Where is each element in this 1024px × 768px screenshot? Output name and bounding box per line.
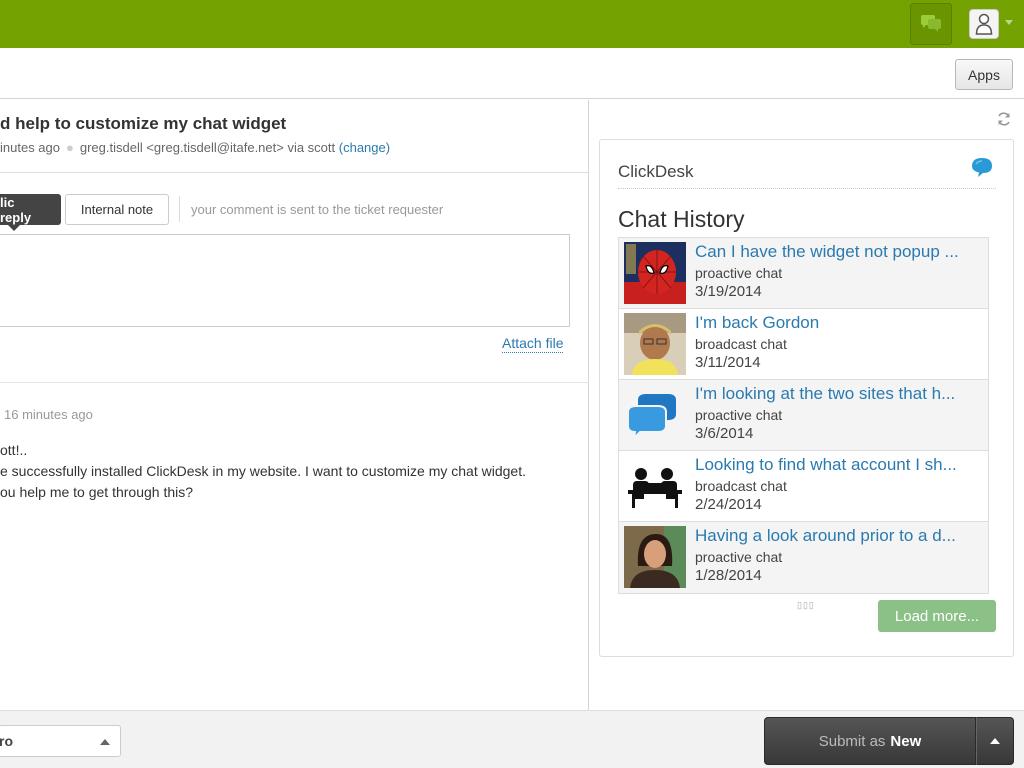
clickdesk-widget: ClickDesk Chat History Can I have the wi… xyxy=(599,139,1014,657)
submit-button[interactable]: Submit as New xyxy=(764,717,976,765)
chat-title[interactable]: Can I have the widget not popup ... xyxy=(695,242,983,262)
chevron-up-icon xyxy=(100,739,110,745)
submit-options-button[interactable] xyxy=(976,717,1014,765)
toolbar: Apps xyxy=(0,48,1024,99)
composer-hint: your comment is sent to the ticket reque… xyxy=(191,202,444,217)
chat-history-list: Can I have the widget not popup ... proa… xyxy=(618,237,989,594)
chat-title[interactable]: I'm looking at the two sites that h... xyxy=(695,384,983,404)
chat-date: 3/6/2014 xyxy=(695,425,754,442)
ticket-subject: d help to customize my chat widget xyxy=(0,114,287,133)
top-bar xyxy=(0,0,1024,48)
submit-status: New xyxy=(890,732,922,750)
widget-title: ClickDesk xyxy=(618,162,694,181)
divider xyxy=(179,196,180,222)
ticket-pane: d help to customize my chat widget inute… xyxy=(0,100,589,710)
status-select-value: ro xyxy=(0,733,13,749)
chat-title[interactable]: I'm back Gordon xyxy=(695,313,983,333)
chat-history-title: Chat History xyxy=(618,206,745,232)
chat-button[interactable] xyxy=(910,3,952,45)
refresh-icon[interactable] xyxy=(996,111,1012,127)
divider xyxy=(618,188,996,189)
chat-date: 3/11/2014 xyxy=(695,354,761,371)
footer-bar: ro Submit as New xyxy=(0,710,1024,768)
chat-type: broadcast chat xyxy=(695,336,787,352)
chat-date: 1/28/2014 xyxy=(695,567,762,584)
user-photo xyxy=(624,313,686,375)
spiderman-avatar xyxy=(624,242,686,304)
chat-history-item[interactable]: I'm back Gordon broadcast chat 3/11/2014 xyxy=(619,309,988,380)
user-menu-button[interactable] xyxy=(969,9,999,39)
chat-history-item[interactable]: Having a look around prior to a d... pro… xyxy=(619,522,988,593)
chat-bubbles-icon xyxy=(921,15,941,32)
chat-bubble-icon xyxy=(972,158,992,177)
user-photo xyxy=(624,526,686,588)
change-requester-link[interactable]: (change) xyxy=(339,140,390,155)
comment-timestamp: 16 minutes ago xyxy=(4,407,93,422)
separator-dot: ● xyxy=(66,140,74,155)
chat-history-item[interactable]: Can I have the widget not popup ... proa… xyxy=(619,238,988,309)
ticket-time: inutes ago xyxy=(0,140,60,155)
status-select[interactable]: ro xyxy=(0,725,121,757)
chat-title[interactable]: Having a look around prior to a d... xyxy=(695,526,983,546)
pagination-dots: ▯▯▯ xyxy=(797,600,815,610)
divider xyxy=(0,172,589,173)
internal-note-tab[interactable]: Internal note xyxy=(65,194,169,225)
chat-type: proactive chat xyxy=(695,265,783,281)
chat-date: 2/24/2014 xyxy=(695,496,762,513)
divider xyxy=(0,382,589,383)
chat-history-item[interactable]: Looking to find what account I sh... bro… xyxy=(619,451,988,522)
public-reply-tab[interactable]: lic reply xyxy=(0,194,61,231)
meeting-avatar xyxy=(624,455,686,517)
chat-type: proactive chat xyxy=(695,549,783,565)
chat-type: broadcast chat xyxy=(695,478,787,494)
chevron-down-icon[interactable] xyxy=(1005,20,1013,25)
ticket-meta: inutes ago ● greg.tisdell <greg.tisdell@it… xyxy=(0,140,390,155)
chat-title[interactable]: Looking to find what account I sh... xyxy=(695,455,983,475)
chat-type: proactive chat xyxy=(695,407,783,423)
comment-textarea[interactable] xyxy=(0,234,570,327)
attach-file-link[interactable]: Attach file xyxy=(502,335,564,353)
chevron-up-icon xyxy=(990,738,1000,744)
ticket-requester: greg.tisdell <greg.tisdell@itafe.net> vi… xyxy=(79,140,336,155)
user-avatar-icon xyxy=(975,13,993,35)
submit-label: Submit as xyxy=(818,732,886,750)
chat-date: 3/19/2014 xyxy=(695,283,762,300)
apps-button[interactable]: Apps xyxy=(955,59,1013,90)
load-more-button[interactable]: Load more... xyxy=(878,600,996,632)
chat-history-item[interactable]: I'm looking at the two sites that h... p… xyxy=(619,380,988,451)
comment-body: ott!.. e successfully installed ClickDes… xyxy=(0,442,526,500)
chat-bubbles-avatar xyxy=(624,384,686,446)
